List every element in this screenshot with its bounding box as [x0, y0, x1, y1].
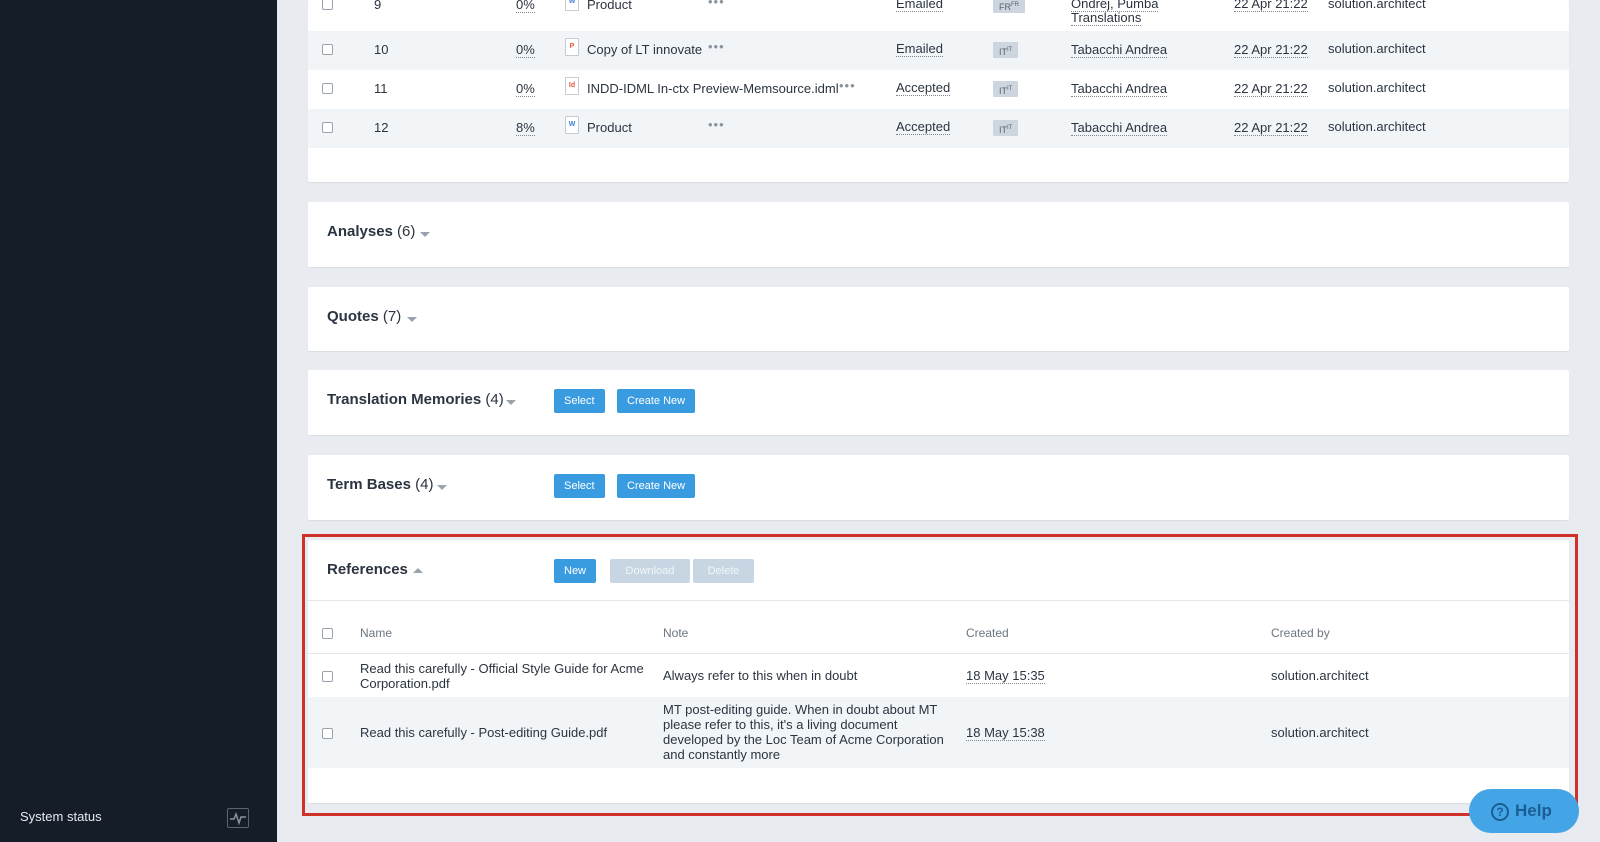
analyses-toggle[interactable]: Analyses (6): [327, 223, 415, 240]
job-owner: solution.architect: [1328, 119, 1426, 134]
more-icon[interactable]: •••: [708, 117, 725, 132]
indesign-file-icon: Id: [565, 77, 579, 95]
pulse-icon[interactable]: [227, 808, 249, 828]
quotes-panel: Quotes (7): [308, 287, 1569, 351]
question-icon: ?: [1491, 802, 1509, 821]
job-owner: solution.architect: [1328, 41, 1426, 56]
chevron-down-icon[interactable]: [407, 317, 417, 322]
more-icon[interactable]: •••: [839, 78, 856, 93]
analyses-panel: Analyses (6): [308, 202, 1569, 267]
job-status[interactable]: Accepted: [896, 119, 951, 135]
job-file-name[interactable]: Product: [587, 0, 632, 12]
more-icon[interactable]: •••: [708, 0, 725, 9]
job-number: 9: [374, 0, 382, 12]
target-language-badge: ITIT: [993, 42, 1019, 58]
job-progress[interactable]: 0%: [516, 81, 535, 97]
jobs-panel: 9 0% W Product ••• Emailed FRFR Ondrej, …: [308, 0, 1569, 182]
row-checkbox[interactable]: [322, 44, 333, 55]
translation-memories-toggle[interactable]: Translation Memories (4): [327, 391, 504, 408]
job-number: 10: [374, 42, 389, 57]
table-row[interactable]: 12 8% W Product ••• Accepted ITIT Tabacc…: [308, 109, 1569, 148]
tb-create-new-button[interactable]: Create New: [617, 474, 696, 498]
translation-memories-panel: Translation Memories (4) Select Create N…: [308, 370, 1569, 435]
system-status-link[interactable]: System status: [20, 809, 102, 824]
quotes-toggle[interactable]: Quotes (7): [327, 308, 401, 325]
chevron-down-icon[interactable]: [420, 232, 430, 237]
table-row[interactable]: 10 0% P Copy of LT innovate ••• Emailed …: [308, 31, 1569, 70]
target-language-badge: FRFR: [993, 0, 1025, 13]
highlight-box: [302, 534, 1578, 816]
job-provider[interactable]: Tabacchi Andrea: [1071, 42, 1168, 58]
job-due-date: 22 Apr 21:22: [1234, 42, 1308, 58]
target-language-badge: ITIT: [993, 120, 1019, 136]
job-file-name[interactable]: Copy of LT innovate: [587, 42, 702, 57]
chevron-down-icon[interactable]: [506, 400, 516, 405]
help-button[interactable]: ? Help: [1469, 789, 1579, 833]
job-file-name[interactable]: INDD-IDML In-ctx Preview-Memsource.idml: [587, 81, 839, 96]
job-number: 12: [374, 120, 389, 135]
powerpoint-file-icon: P: [565, 38, 579, 56]
job-progress[interactable]: 0%: [516, 42, 535, 58]
job-provider-line2[interactable]: Translations: [1071, 10, 1142, 26]
job-due-date: 22 Apr 21:22: [1234, 120, 1308, 136]
more-icon[interactable]: •••: [708, 39, 725, 54]
job-provider[interactable]: Tabacchi Andrea: [1071, 120, 1168, 136]
job-number: 11: [374, 81, 388, 96]
word-file-icon: W: [565, 0, 579, 11]
table-row[interactable]: 9 0% W Product ••• Emailed FRFR Ondrej, …: [308, 0, 1569, 29]
job-status[interactable]: Accepted: [896, 80, 951, 96]
tm-create-new-button[interactable]: Create New: [617, 389, 696, 413]
chevron-down-icon[interactable]: [437, 485, 447, 490]
row-checkbox[interactable]: [322, 122, 333, 133]
job-progress[interactable]: 0%: [516, 0, 535, 13]
job-due-date: 22 Apr 21:22: [1234, 0, 1308, 12]
tb-select-button[interactable]: Select: [554, 474, 605, 498]
row-checkbox[interactable]: [322, 0, 333, 10]
job-owner: solution.architect: [1328, 80, 1426, 95]
job-status[interactable]: Emailed: [896, 41, 943, 57]
term-bases-toggle[interactable]: Term Bases (4): [327, 476, 433, 493]
sidebar: System status: [0, 0, 277, 842]
tm-select-button[interactable]: Select: [554, 389, 605, 413]
job-provider[interactable]: Tabacchi Andrea: [1071, 81, 1168, 97]
job-owner: solution.architect: [1328, 0, 1426, 11]
job-progress[interactable]: 8%: [516, 120, 535, 136]
target-language-badge: ITIT: [993, 81, 1019, 97]
job-status[interactable]: Emailed: [896, 0, 943, 12]
table-row[interactable]: 11 0% Id INDD-IDML In-ctx Preview-Memsou…: [308, 70, 1569, 109]
job-file-name[interactable]: Product: [587, 120, 632, 135]
job-due-date: 22 Apr 21:22: [1234, 81, 1308, 97]
term-bases-panel: Term Bases (4) Select Create New: [308, 455, 1569, 520]
word-file-icon: W: [565, 116, 579, 134]
row-checkbox[interactable]: [322, 83, 333, 94]
